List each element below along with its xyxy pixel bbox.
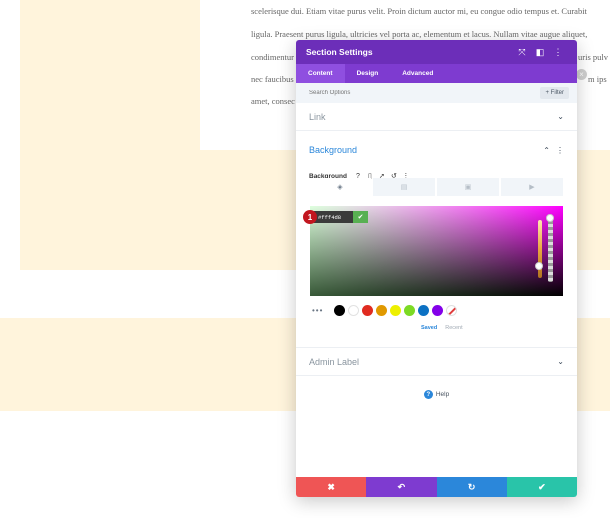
swatch-white[interactable] (348, 305, 360, 316)
split-view-icon[interactable]: ◧ (531, 47, 549, 58)
section-settings-modal: Section Settings ⤧ ◧ ⋮ Content Design Ad… (296, 40, 577, 497)
swatch-yellow[interactable] (390, 305, 402, 316)
settings-tabs: Content Design Advanced (296, 64, 577, 83)
video-icon[interactable]: ▶ (501, 178, 563, 196)
body-text-line: scelerisque dui. Etiam vitae purus velit… (251, 6, 587, 16)
modal-title: Section Settings (306, 47, 373, 57)
image-icon[interactable]: ▣ (437, 178, 499, 196)
color-swatches: ••• (312, 305, 458, 316)
modal-header[interactable]: Section Settings ⤧ ◧ ⋮ (296, 40, 577, 64)
swatch-green[interactable] (404, 305, 416, 316)
body-text-line: ligula. Praesent purus ligula, ultricies… (251, 29, 588, 39)
swatch-black[interactable] (334, 305, 346, 316)
checkmark-icon: ✔ (538, 481, 546, 492)
no-color-icon[interactable] (446, 305, 458, 316)
search-input[interactable] (309, 90, 541, 96)
chevron-down-icon: ⌄ (557, 112, 564, 121)
more-options-icon[interactable]: ⋮ (549, 47, 567, 58)
body-text-fragment: m ips (588, 74, 607, 84)
background-section-title: Background (309, 145, 358, 155)
body-text-line: condimentur (251, 52, 294, 62)
opacity-slider-handle[interactable] (546, 214, 554, 222)
opacity-slider[interactable] (548, 218, 553, 282)
admin-label-title: Admin Label (309, 356, 360, 367)
background-type-tabs: ◈ ▤ ▣ ▶ (309, 178, 563, 196)
swatch-red[interactable] (362, 305, 374, 316)
body-text-line: amet, consec (251, 96, 295, 106)
tab-saved[interactable]: Saved (421, 325, 437, 331)
search-row: + Filter (296, 83, 577, 103)
body-text-fragment: uris pulv (578, 52, 608, 62)
tab-recent[interactable]: Recent (445, 325, 462, 331)
filter-button[interactable]: + Filter (540, 87, 569, 99)
swatch-blue[interactable] (418, 305, 430, 316)
chevron-down-icon: ⌄ (557, 357, 564, 366)
hex-color-input[interactable]: #fff4d8 (314, 211, 355, 223)
tab-advanced[interactable]: Advanced (390, 64, 445, 83)
save-button[interactable]: ✔ (506, 477, 577, 497)
gradient-icon[interactable]: ▤ (373, 178, 435, 196)
color-fill-icon[interactable]: ◈ (309, 178, 371, 196)
expand-icon[interactable]: ⤧ (513, 47, 531, 58)
checkmark-icon[interactable]: ✔ (353, 211, 368, 223)
cancel-button[interactable]: ✖ (296, 477, 367, 497)
swatch-tabs: Saved Recent (421, 325, 463, 331)
link-section-title: Link (309, 111, 326, 122)
help-link[interactable]: ? Help (296, 390, 577, 399)
hue-slider-handle[interactable] (535, 262, 543, 270)
section-more-icon[interactable]: ⋮ (556, 146, 564, 155)
background-section-toggle[interactable]: Background ⌃ ⋮ (296, 131, 577, 169)
tab-design[interactable]: Design (345, 64, 391, 83)
undo-button[interactable]: ↶ (366, 477, 437, 497)
close-icon: ✖ (327, 481, 335, 492)
redo-button[interactable]: ↻ (436, 477, 507, 497)
redo-icon: ↻ (467, 481, 476, 492)
help-icon: ? (423, 390, 433, 399)
swatch-purple[interactable] (432, 305, 444, 316)
modal-footer: ✖ ↶ ↻ ✔ (296, 477, 577, 497)
link-section-toggle[interactable]: Link ⌄ (296, 103, 577, 131)
help-label: Help (435, 391, 450, 398)
swatch-orange[interactable] (376, 305, 388, 316)
body-text-line: nec faucibus (251, 74, 294, 84)
step-number-badge: 1 (303, 210, 317, 224)
more-colors-icon[interactable]: ••• (312, 306, 323, 315)
admin-label-section-toggle[interactable]: Admin Label ⌄ (296, 347, 577, 376)
tab-content[interactable]: Content (296, 64, 345, 83)
undo-icon: ↶ (397, 481, 406, 492)
close-icon[interactable]: × (576, 69, 587, 80)
chevron-up-icon: ⌃ (543, 145, 550, 155)
